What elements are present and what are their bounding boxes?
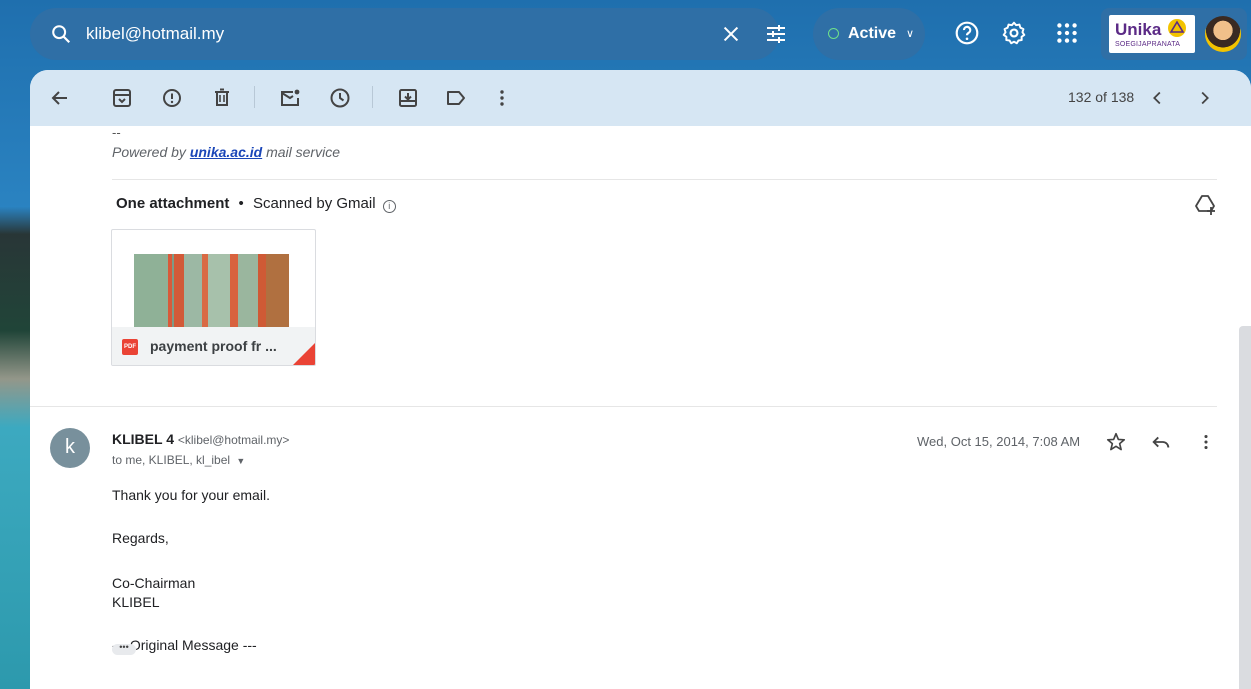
powered-prefix: Powered by [112,144,186,160]
sender-name[interactable]: KLIBEL 4 [112,431,174,447]
reply-icon[interactable] [1150,431,1172,453]
toolbar-divider [254,86,255,108]
back-arrow-icon[interactable] [48,86,72,110]
pdf-icon: PDF [122,339,138,355]
background-scenery [0,0,30,689]
attachment-header: One attachment • Scanned by Gmail i [116,195,396,213]
status-dot-icon [828,28,839,39]
file-corner-icon [293,343,315,365]
search-input[interactable]: klibel@hotmail.my [86,24,224,44]
apps-grid-icon[interactable] [1054,20,1080,46]
search-icon[interactable] [50,23,72,45]
more-options-icon[interactable] [490,86,514,110]
scrollbar[interactable] [1239,326,1251,689]
account-area[interactable]: Unika SOEGIJAPRANATA [1101,8,1247,60]
powered-by-text: Powered by unika.ac.id mail service [112,144,340,160]
label-icon[interactable] [444,86,468,110]
status-label: Active [848,25,897,42]
body-line: KLIBEL [112,594,160,610]
clear-search-icon[interactable] [720,23,742,45]
organization-logo: Unika SOEGIJAPRANATA [1109,15,1195,53]
toolbar-divider [372,86,373,108]
snooze-icon[interactable] [328,86,352,110]
caret-down-icon[interactable]: ▼ [236,456,245,466]
user-avatar[interactable] [1205,16,1241,52]
message-date: Wed, Oct 15, 2014, 7:08 AM [917,434,1081,449]
chevron-down-icon: ∨ [906,28,915,40]
logo-subtitle: SOEGIJAPRANATA [1115,41,1181,48]
recipients-text: to me, KLIBEL, kl_ibel [112,453,231,467]
powered-link[interactable]: unika.ac.id [190,144,262,160]
search-options-icon[interactable] [764,22,788,46]
sender-email: <klibel@hotmail.my> [177,433,290,447]
mark-unread-icon[interactable] [278,86,302,110]
signature-divider: -- [112,125,121,140]
add-to-drive-icon[interactable] [1194,192,1218,216]
attachment-thumbnail [134,254,289,327]
body-line: Thank you for your email. [112,487,270,503]
powered-suffix: mail service [266,144,340,160]
report-spam-icon[interactable] [160,86,184,110]
scan-label: Scanned by Gmail [252,195,376,212]
chevron-left-icon[interactable] [1147,87,1169,109]
recipients-line[interactable]: to me, KLIBEL, kl_ibel ▼ [112,453,245,467]
info-icon[interactable]: i [382,200,396,213]
message-toolbar: 132 of 138 [30,70,1251,126]
divider [30,406,1217,407]
show-trimmed-content-button[interactable]: ••• [112,643,136,655]
help-icon[interactable] [954,20,980,46]
settings-icon[interactable] [1001,20,1027,46]
bullet-separator: • [238,195,244,212]
delete-icon[interactable] [210,86,234,110]
attachment-card[interactable]: PDF payment proof fr ... [111,229,316,366]
attachment-count: One attachment [116,195,230,212]
attachment-footer: PDF payment proof fr ... [112,327,315,365]
search-bar[interactable]: klibel@hotmail.my [30,8,785,60]
body-line: Co-Chairman [112,575,196,591]
more-vert-icon[interactable] [1195,431,1217,453]
body-line: Regards, [112,530,169,546]
star-icon[interactable] [1105,431,1127,453]
sender-line: KLIBEL 4 <klibel@hotmail.my> [112,431,289,447]
sender-avatar[interactable]: k [50,428,90,468]
status-button[interactable]: Active ∨ [813,8,925,60]
attachment-filename: payment proof fr ... [150,338,277,354]
emblem-icon [1168,19,1186,37]
chevron-right-icon[interactable] [1193,87,1215,109]
message-panel: 132 of 138 -- Powered by unika.ac.id mai… [30,70,1251,689]
add-to-tasks-icon[interactable] [396,86,420,110]
archive-icon[interactable] [110,86,134,110]
divider [112,179,1217,180]
logo-brand: Unika [1115,20,1162,39]
pagination-count: 132 of 138 [1068,89,1135,105]
